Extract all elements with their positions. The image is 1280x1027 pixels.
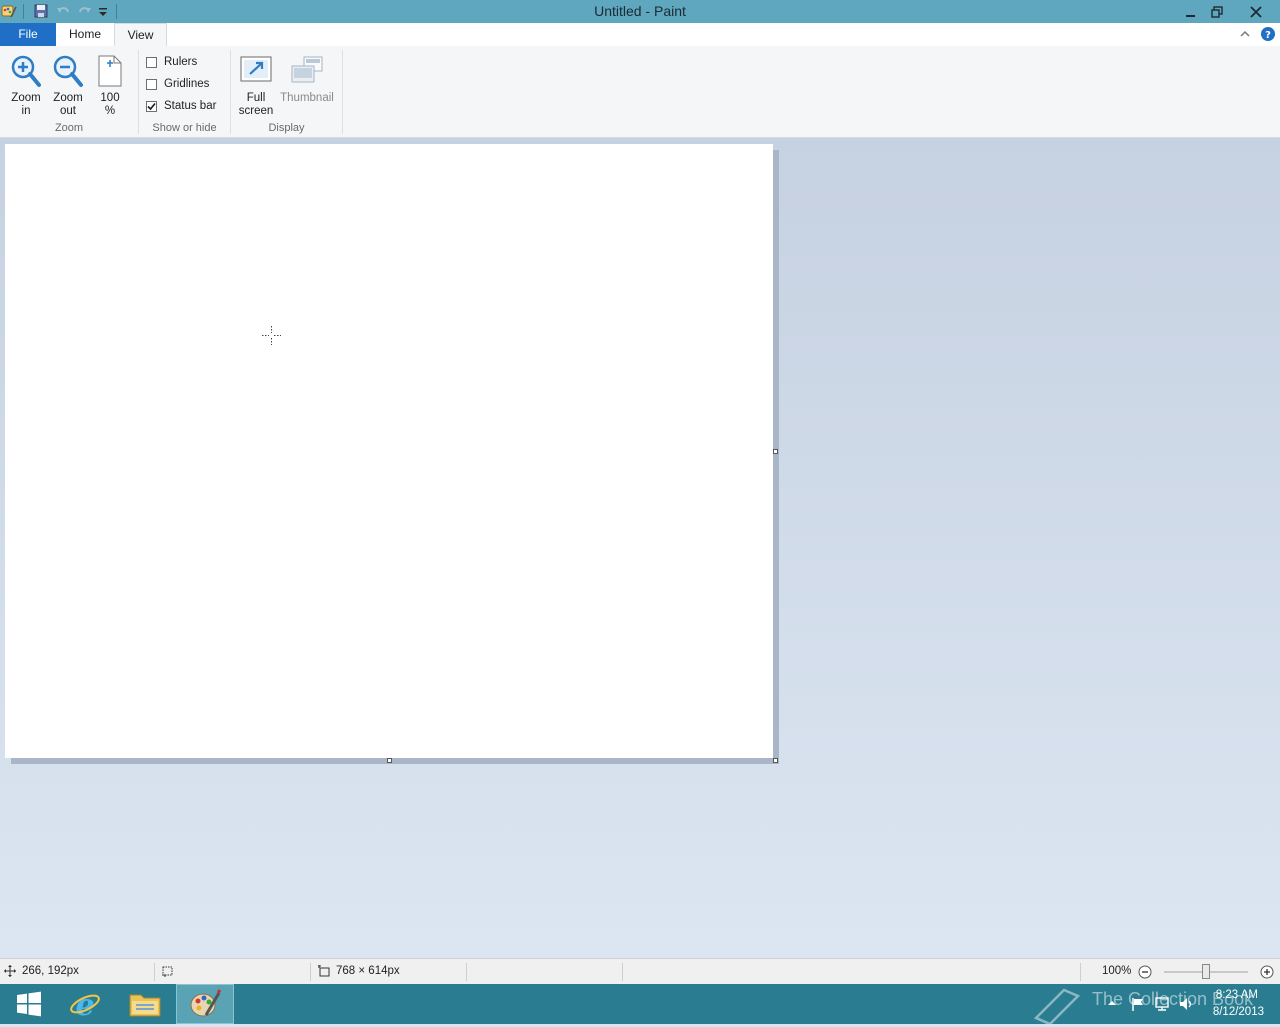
show-hidden-icons-icon[interactable] <box>1106 997 1118 1009</box>
status-separator <box>622 963 623 981</box>
full-screen-button[interactable]: Full screen <box>236 50 276 118</box>
status-separator <box>466 963 467 981</box>
gridlines-checkbox[interactable]: Gridlines <box>146 75 209 93</box>
status-bar-checkbox-box[interactable] <box>146 100 157 112</box>
internet-explorer-icon: e <box>70 988 100 1020</box>
customize-qat-icon[interactable] <box>96 3 112 19</box>
page-100-icon <box>98 55 122 87</box>
paint-app-icon[interactable] <box>1 3 17 19</box>
thumbnail-icon <box>291 56 323 83</box>
zoom-in-button[interactable]: Zoom in <box>6 50 46 118</box>
canvas-resize-handle-corner[interactable] <box>773 758 778 763</box>
undo-icon[interactable] <box>55 3 71 19</box>
zoom-level: 100% <box>1102 965 1132 977</box>
rulers-checkbox-box[interactable] <box>146 56 157 68</box>
book-watermark-icon <box>1030 984 1082 1026</box>
help-icon[interactable]: ? <box>1260 26 1276 42</box>
zoom-100-button[interactable]: 100% <box>90 50 130 118</box>
gridlines-label: Gridlines <box>164 78 210 90</box>
show-hide-group-label: Show or hide <box>152 122 217 134</box>
ribbon-tab-bar: File Home View ? <box>0 23 1280 47</box>
zoom-in-icon <box>11 55 41 87</box>
zoom-in-label-2: in <box>21 105 31 117</box>
zoom-in-label-1: Zoom <box>11 92 41 104</box>
ribbon-separator <box>342 50 343 134</box>
paint-icon <box>190 989 221 1017</box>
zoom-out-label-2: out <box>60 105 76 117</box>
thumbnail-button[interactable]: Thumbnail <box>278 50 336 118</box>
qat-separator <box>116 4 117 19</box>
canvas-resize-handle-bottom[interactable] <box>387 758 392 763</box>
qat-separator <box>23 4 24 19</box>
selection-size-icon <box>162 965 174 977</box>
full-screen-icon <box>240 56 272 82</box>
status-separator <box>154 963 155 981</box>
status-bar-checkbox[interactable]: Status bar <box>146 97 216 115</box>
image-size-icon <box>318 965 330 977</box>
thumbnail-label: Thumbnail <box>280 92 334 104</box>
cursor-position: 266, 192px <box>22 965 79 977</box>
zoom-in-small-icon[interactable] <box>1260 965 1274 979</box>
action-center-flag-icon[interactable] <box>1130 996 1146 1012</box>
canvas-resize-handle-right[interactable] <box>773 449 778 454</box>
status-separator <box>310 963 311 981</box>
redo-icon[interactable] <box>77 3 93 19</box>
minimize-ribbon-icon[interactable] <box>1238 27 1254 41</box>
zoom-group-label: Zoom <box>54 122 84 134</box>
drawing-canvas[interactable] <box>5 144 773 758</box>
folder-icon <box>129 994 161 1017</box>
svg-text:e: e <box>75 988 94 1020</box>
status-bar-label: Status bar <box>164 100 217 112</box>
tab-home[interactable]: Home <box>58 23 112 46</box>
taskbar: e The Collection Book 8:23 AM 8/12/2013 <box>0 984 1280 1026</box>
ribbon: Zoom in Zoom out 100% Zoom Rulers Gridline… <box>0 46 1280 138</box>
image-size: 768 × 614px <box>336 965 400 977</box>
gridlines-checkbox-box[interactable] <box>146 78 157 90</box>
zoom-100-label-2: % <box>104 105 116 117</box>
tab-view[interactable]: View <box>114 23 167 46</box>
crosshair-cursor-icon <box>262 326 281 345</box>
zoom-100-label-1: 100 <box>100 92 120 104</box>
clock-date[interactable]: 8/12/2013 <box>1198 1006 1264 1018</box>
internet-explorer-button[interactable]: e <box>56 984 114 1024</box>
zoom-out-small-icon[interactable] <box>1138 965 1152 979</box>
clock-time[interactable]: 8:23 AM <box>1198 989 1258 1001</box>
windows-logo-icon <box>17 991 41 1017</box>
zoom-out-button[interactable]: Zoom out <box>48 50 88 118</box>
close-button[interactable] <box>1236 0 1276 23</box>
display-group-label: Display <box>268 122 305 134</box>
zoom-slider-thumb[interactable] <box>1202 964 1210 979</box>
save-icon[interactable] <box>33 3 49 19</box>
zoom-out-label-1: Zoom <box>53 92 83 104</box>
zoom-out-icon <box>53 55 83 87</box>
network-icon[interactable] <box>1154 996 1170 1012</box>
rulers-checkbox[interactable]: Rulers <box>146 53 197 71</box>
volume-icon[interactable] <box>1178 996 1194 1012</box>
checkmark-icon <box>147 102 156 110</box>
paint-taskbar-button[interactable] <box>176 984 234 1024</box>
full-screen-label-2: screen <box>238 105 274 117</box>
title-bar[interactable] <box>0 0 1280 23</box>
tab-file[interactable]: File <box>0 23 56 46</box>
start-button[interactable] <box>0 984 58 1024</box>
status-bar: 266, 192px 768 × 614px 100% <box>0 958 1280 984</box>
cursor-position-icon <box>4 965 16 977</box>
rulers-label: Rulers <box>164 56 198 68</box>
status-separator <box>1080 963 1081 981</box>
file-explorer-button[interactable] <box>116 984 174 1024</box>
svg-text:?: ? <box>1265 30 1271 41</box>
restore-button[interactable] <box>1200 0 1234 23</box>
full-screen-label-1: Full <box>246 92 266 104</box>
